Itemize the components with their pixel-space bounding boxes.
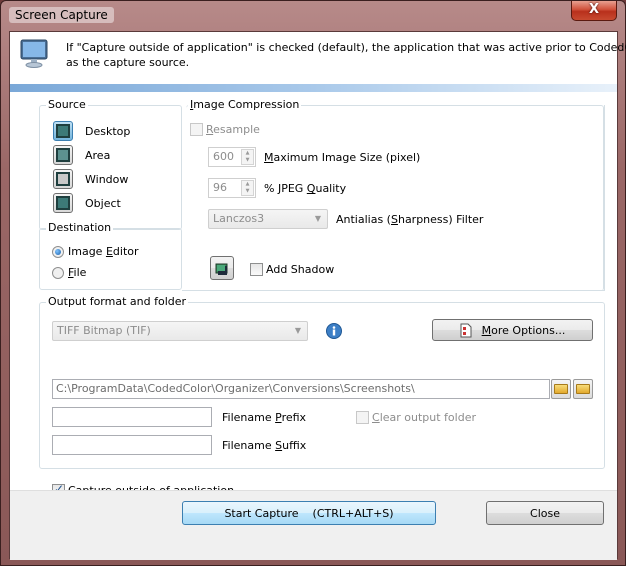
spinner-arrows[interactable]: ▲ ▼	[241, 180, 254, 196]
info-text-line-1: If "Capture outside of application" is c…	[66, 41, 626, 54]
add-shadow-checkbox[interactable]: Add Shadow	[250, 263, 334, 276]
info-header: If "Capture outside of application" is c…	[10, 32, 626, 84]
radio-button[interactable]	[52, 245, 64, 258]
monitor-icon	[20, 39, 48, 68]
window-title: Screen Capture	[9, 7, 114, 23]
checkbox[interactable]	[356, 411, 369, 424]
area-capture-icon[interactable]	[53, 145, 73, 165]
output-format-dropdown[interactable]: TIFF Bitmap (TIF) ▼	[52, 321, 308, 341]
filename-suffix-field[interactable]	[52, 435, 212, 455]
chevron-down-icon: ▼	[314, 214, 321, 223]
source-object[interactable]: Object	[53, 192, 121, 214]
compression-bottom-border	[182, 290, 605, 291]
checkbox[interactable]	[190, 123, 203, 136]
radio-file[interactable]: File	[52, 266, 86, 279]
source-group-label: Source	[46, 98, 88, 111]
window-capture-icon[interactable]	[53, 169, 73, 189]
source-desktop-label: Desktop	[85, 124, 131, 138]
source-window[interactable]: Window	[53, 168, 128, 190]
object-capture-icon[interactable]	[53, 193, 73, 213]
filter-value: Lanczos3	[213, 212, 265, 225]
dialog-client: If "Capture outside of application" is c…	[9, 31, 626, 560]
start-capture-label: Start Capture (CTRL+ALT+S)	[224, 506, 394, 520]
jpeg-quality-value: 96	[213, 181, 227, 194]
destination-group: Destination Image Editor File	[39, 221, 182, 290]
start-capture-button[interactable]: Start Capture (CTRL+ALT+S)	[182, 501, 436, 525]
close-window-button[interactable]: X	[571, 1, 617, 21]
filename-prefix-label: Filename Prefix	[222, 411, 307, 424]
info-icon[interactable]	[326, 323, 342, 339]
info-text-line-2: as the capture source.	[66, 56, 190, 69]
radio-image-editor[interactable]: Image Editor	[52, 245, 139, 258]
desktop-capture-icon[interactable]	[53, 121, 73, 141]
jpeg-quality-spinner[interactable]: 96 ▲ ▼	[208, 178, 256, 198]
output-group: Output format and folder TIFF Bitmap (TI…	[39, 295, 605, 469]
shadow-image-button[interactable]	[210, 256, 234, 280]
new-folder-button[interactable]	[573, 379, 593, 399]
folder-open-icon	[554, 384, 568, 394]
filename-suffix-label: Filename Suffix	[222, 439, 307, 452]
compression-right-border	[604, 105, 605, 291]
clear-output-folder-label: Clear output folder	[372, 411, 476, 424]
clear-output-folder-checkbox[interactable]: Clear output folder	[356, 411, 476, 424]
close-button[interactable]: Close	[486, 501, 604, 525]
more-options-label: More Options...	[481, 323, 566, 337]
source-area-label: Area	[85, 148, 111, 162]
header-band	[10, 84, 617, 92]
destination-group-label: Destination	[46, 221, 114, 234]
resample-label: Resample	[206, 123, 260, 136]
output-folder-value: C:\ProgramData\CodedColor\Organizer\Conv…	[56, 382, 415, 395]
image-compression-group: Image Compression Resample 600 ▲ ▼ Maximu…	[186, 98, 604, 291]
source-desktop[interactable]: Desktop	[53, 120, 130, 142]
dialog-footer: Start Capture (CTRL+ALT+S) Close	[10, 490, 617, 560]
options-icon	[460, 323, 472, 337]
dialog-body: Source Desktop Area Window Object Destin…	[10, 92, 617, 497]
close-button-label: Close	[530, 506, 560, 520]
max-size-value: 600	[213, 150, 234, 163]
source-group: Source Desktop Area Window Object	[39, 98, 182, 230]
jpeg-quality-label: % JPEG Quality	[264, 182, 347, 195]
info-text: If "Capture outside of application" is c…	[66, 40, 626, 70]
radio-button[interactable]	[52, 266, 64, 279]
source-object-label: Object	[85, 196, 121, 210]
radio-image-editor-label: Image Editor	[68, 245, 139, 258]
resample-checkbox[interactable]: Resample	[190, 123, 260, 136]
max-size-spinner[interactable]: 600 ▲ ▼	[208, 147, 256, 167]
image-compression-label: Image Compression	[188, 98, 302, 111]
radio-file-label: File	[68, 266, 87, 279]
output-folder-field[interactable]: C:\ProgramData\CodedColor\Organizer\Conv…	[52, 379, 550, 399]
image-icon	[215, 263, 228, 275]
more-options-button[interactable]: More Options...	[432, 319, 593, 341]
spinner-arrows[interactable]: ▲ ▼	[241, 149, 254, 165]
filter-dropdown[interactable]: Lanczos3 ▼	[208, 209, 328, 229]
browse-folder-button[interactable]	[551, 379, 571, 399]
output-group-label: Output format and folder	[46, 295, 189, 308]
output-format-value: TIFF Bitmap (TIF)	[57, 324, 151, 337]
screen-capture-dialog: Screen Capture X If "Capture outside of …	[0, 0, 626, 566]
add-shadow-label: Add Shadow	[266, 263, 335, 276]
max-size-label: Maximum Image Size (pixel)	[264, 151, 421, 164]
filename-prefix-field[interactable]	[52, 407, 212, 427]
filter-label: Antialias (Sharpness) Filter	[336, 213, 484, 226]
source-window-label: Window	[85, 172, 129, 186]
title-bar[interactable]: Screen Capture X	[1, 1, 625, 31]
chevron-down-icon: ▼	[294, 326, 301, 335]
source-area[interactable]: Area	[53, 144, 110, 166]
checkbox[interactable]	[250, 263, 263, 276]
folder-new-icon	[576, 384, 590, 394]
close-icon: X	[588, 2, 600, 17]
